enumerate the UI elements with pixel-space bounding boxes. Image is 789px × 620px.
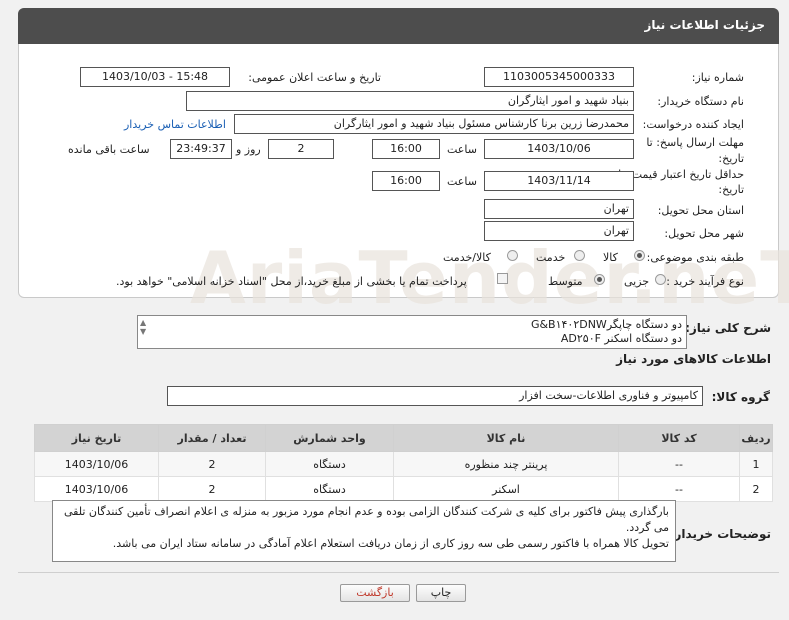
process-option-medium: متوسط xyxy=(548,275,583,288)
buyer-org-field: بنیاد شهید و امور ایثارگران xyxy=(186,91,634,111)
table-row: 1 -- پرینتر چند منظوره دستگاه 2 1403/10/… xyxy=(34,451,773,477)
summary-line-2: دو دستگاه اسکنر AD۲۵۰F xyxy=(560,332,682,345)
cell-name: پرینتر چند منظوره xyxy=(393,451,619,477)
category-radio-goods-service[interactable] xyxy=(507,250,518,261)
goods-group-field: کامپیوتر و فناوری اطلاعات-سخت افزار xyxy=(167,386,703,406)
remaining-label: ساعت باقی مانده xyxy=(68,143,150,156)
page-title: جزئیات اطلاعات نیاز xyxy=(644,18,765,32)
col-unit: واحد شمارش xyxy=(265,424,394,452)
days-label: روز و xyxy=(236,143,261,156)
goods-table: ردیف کد کالا نام کالا واحد شمارش تعداد /… xyxy=(34,424,773,502)
cell-code: -- xyxy=(618,476,740,502)
process-option-minor: جزیی xyxy=(624,275,650,288)
col-name: نام کالا xyxy=(393,424,619,452)
col-code: کد کالا xyxy=(618,424,740,452)
requester-field: محمدرضا زرین برنا کارشناس مسئول بنیاد شه… xyxy=(234,114,634,134)
deadline-time-label: ساعت xyxy=(447,143,477,156)
cell-qty: 2 xyxy=(158,476,266,502)
summary-label: شرح کلی نیاز: xyxy=(685,321,771,335)
notes-textarea[interactable]: بارگذاری پیش فاکتور برای کلیه ی شرکت کنن… xyxy=(52,500,676,562)
city-label: شهر محل تحویل: xyxy=(664,227,744,240)
cell-unit: دستگاه xyxy=(265,451,394,477)
back-button[interactable]: بازگشت xyxy=(340,584,410,602)
treasury-payment-checkbox[interactable] xyxy=(497,273,508,284)
process-radio-minor[interactable] xyxy=(655,274,666,285)
process-label: نوع فرآیند خرید : xyxy=(666,275,744,288)
summary-textarea[interactable]: ▲ ▼ دو دستگاه چاپگرG&B۱۴۰۲DNW دو دستگاه ا… xyxy=(137,315,687,349)
days-remaining-field: 2 xyxy=(268,139,334,159)
province-label: استان محل تحویل: xyxy=(657,204,744,217)
deadline-time-field: 16:00 xyxy=(372,139,440,159)
category-radio-service[interactable] xyxy=(574,250,585,261)
cell-date: 1403/10/06 xyxy=(34,451,159,477)
cell-date: 1403/10/06 xyxy=(34,476,159,502)
city-field: تهران xyxy=(484,221,634,241)
col-row: ردیف xyxy=(739,424,773,452)
panel-header: جزئیات اطلاعات نیاز xyxy=(18,8,779,44)
deadline-label: مهلت ارسال پاسخ: تا xyxy=(646,136,744,149)
print-button[interactable]: چاپ xyxy=(416,584,466,602)
category-label: طبقه بندی موضوعی: xyxy=(646,251,744,264)
col-qty: تعداد / مقدار xyxy=(158,424,266,452)
validity-label-date: تاریخ: xyxy=(718,183,744,196)
goods-table-header: ردیف کد کالا نام کالا واحد شمارش تعداد /… xyxy=(34,424,773,452)
cell-row: 2 xyxy=(739,476,773,502)
goods-group-label: گروه کالا: xyxy=(711,390,770,404)
cell-qty: 2 xyxy=(158,451,266,477)
category-option-goods: کالا xyxy=(603,251,618,264)
remaining-time-field: 23:49:37 xyxy=(170,139,232,159)
category-option-goods-service: کالا/خدمت xyxy=(443,251,491,264)
validity-time-field: 16:00 xyxy=(372,171,440,191)
cell-code: -- xyxy=(618,451,740,477)
validity-time-label: ساعت xyxy=(447,175,477,188)
col-date: تاریخ نیاز xyxy=(34,424,159,452)
summary-scrollbar[interactable]: ▲ ▼ xyxy=(140,318,154,346)
validity-label: حداقل تاریخ اعتبار قیمت: تا xyxy=(618,168,744,181)
cell-row: 1 xyxy=(739,451,773,477)
requester-label: ایجاد کننده درخواست: xyxy=(642,118,744,131)
divider xyxy=(18,572,779,573)
buyer-org-label: نام دستگاه خریدار: xyxy=(657,95,744,108)
deadline-label-date: تاریخ: xyxy=(718,152,744,165)
category-radio-goods[interactable] xyxy=(634,250,645,261)
cell-unit: دستگاه xyxy=(265,476,394,502)
buyer-contact-link[interactable]: اطلاعات تماس خریدار xyxy=(124,118,226,131)
deadline-date-field: 1403/10/06 xyxy=(484,139,634,159)
goods-section-title: اطلاعات کالاهای مورد نیاز xyxy=(616,352,771,366)
treasury-payment-note: پرداخت تمام یا بخشی از مبلغ خرید،از محل … xyxy=(116,275,467,288)
announce-label: تاریخ و ساعت اعلان عمومی: xyxy=(248,71,381,84)
announce-field: 1403/10/03 - 15:48 xyxy=(80,67,230,87)
province-field: تهران xyxy=(484,199,634,219)
summary-line-1: دو دستگاه چاپگرG&B۱۴۰۲DNW xyxy=(530,318,682,331)
validity-date-field: 1403/11/14 xyxy=(484,171,634,191)
need-number-field: 1103005345000333 xyxy=(484,67,634,87)
table-row: 2 -- اسکنر دستگاه 2 1403/10/06 xyxy=(34,476,773,502)
need-number-label: شماره نیاز: xyxy=(691,71,744,84)
process-radio-medium[interactable] xyxy=(594,274,605,285)
cell-name: اسکنر xyxy=(393,476,619,502)
notes-label: توضیحات خریدار: xyxy=(669,527,771,541)
category-option-service: خدمت xyxy=(536,251,566,264)
